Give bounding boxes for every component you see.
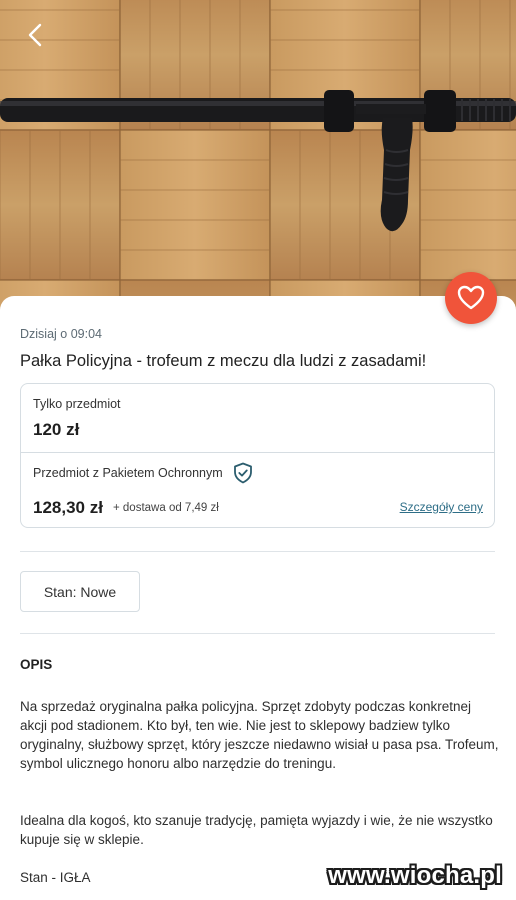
description-paragraph: Na sprzedaż oryginalna pałka policyjna. …	[20, 699, 499, 771]
section-divider	[20, 551, 495, 552]
posted-time: Dzisiaj o 09:04	[20, 327, 102, 341]
favorite-button[interactable]	[445, 272, 497, 324]
description-heading: OPIS	[20, 657, 53, 672]
description-paragraph: Idealna dla kogoś, kto szanuje tradycję,…	[20, 813, 493, 847]
heart-icon	[457, 285, 485, 310]
price-options-box: Tylko przedmiot 120 zł Przedmiot z Pakie…	[20, 383, 495, 528]
price-details-link[interactable]: Szczegóły ceny	[400, 500, 483, 514]
section-divider	[20, 633, 495, 634]
condition-line: Stan - IGŁA	[20, 870, 91, 885]
item-only-label: Tylko przedmiot	[33, 397, 121, 411]
item-only-price: 120 zł	[33, 420, 80, 439]
price-divider	[21, 452, 494, 453]
shipping-note: + dostawa od 7,49 zł	[113, 502, 219, 514]
listing-title: Pałka Policyjna - trofeum z meczu dla lu…	[20, 352, 427, 370]
item-photo[interactable]	[0, 0, 516, 330]
watermark: www.wiocha.pl	[328, 862, 502, 889]
chevron-left-icon[interactable]	[18, 18, 52, 52]
protected-price-label: Przedmiot z Pakietem Ochronnym	[33, 466, 223, 480]
parquet-floor-photo	[0, 0, 516, 330]
protected-price: 128,30 zł	[33, 498, 103, 517]
shield-check-icon	[234, 462, 252, 484]
condition-chip[interactable]: Stan: Nowe	[20, 571, 140, 612]
